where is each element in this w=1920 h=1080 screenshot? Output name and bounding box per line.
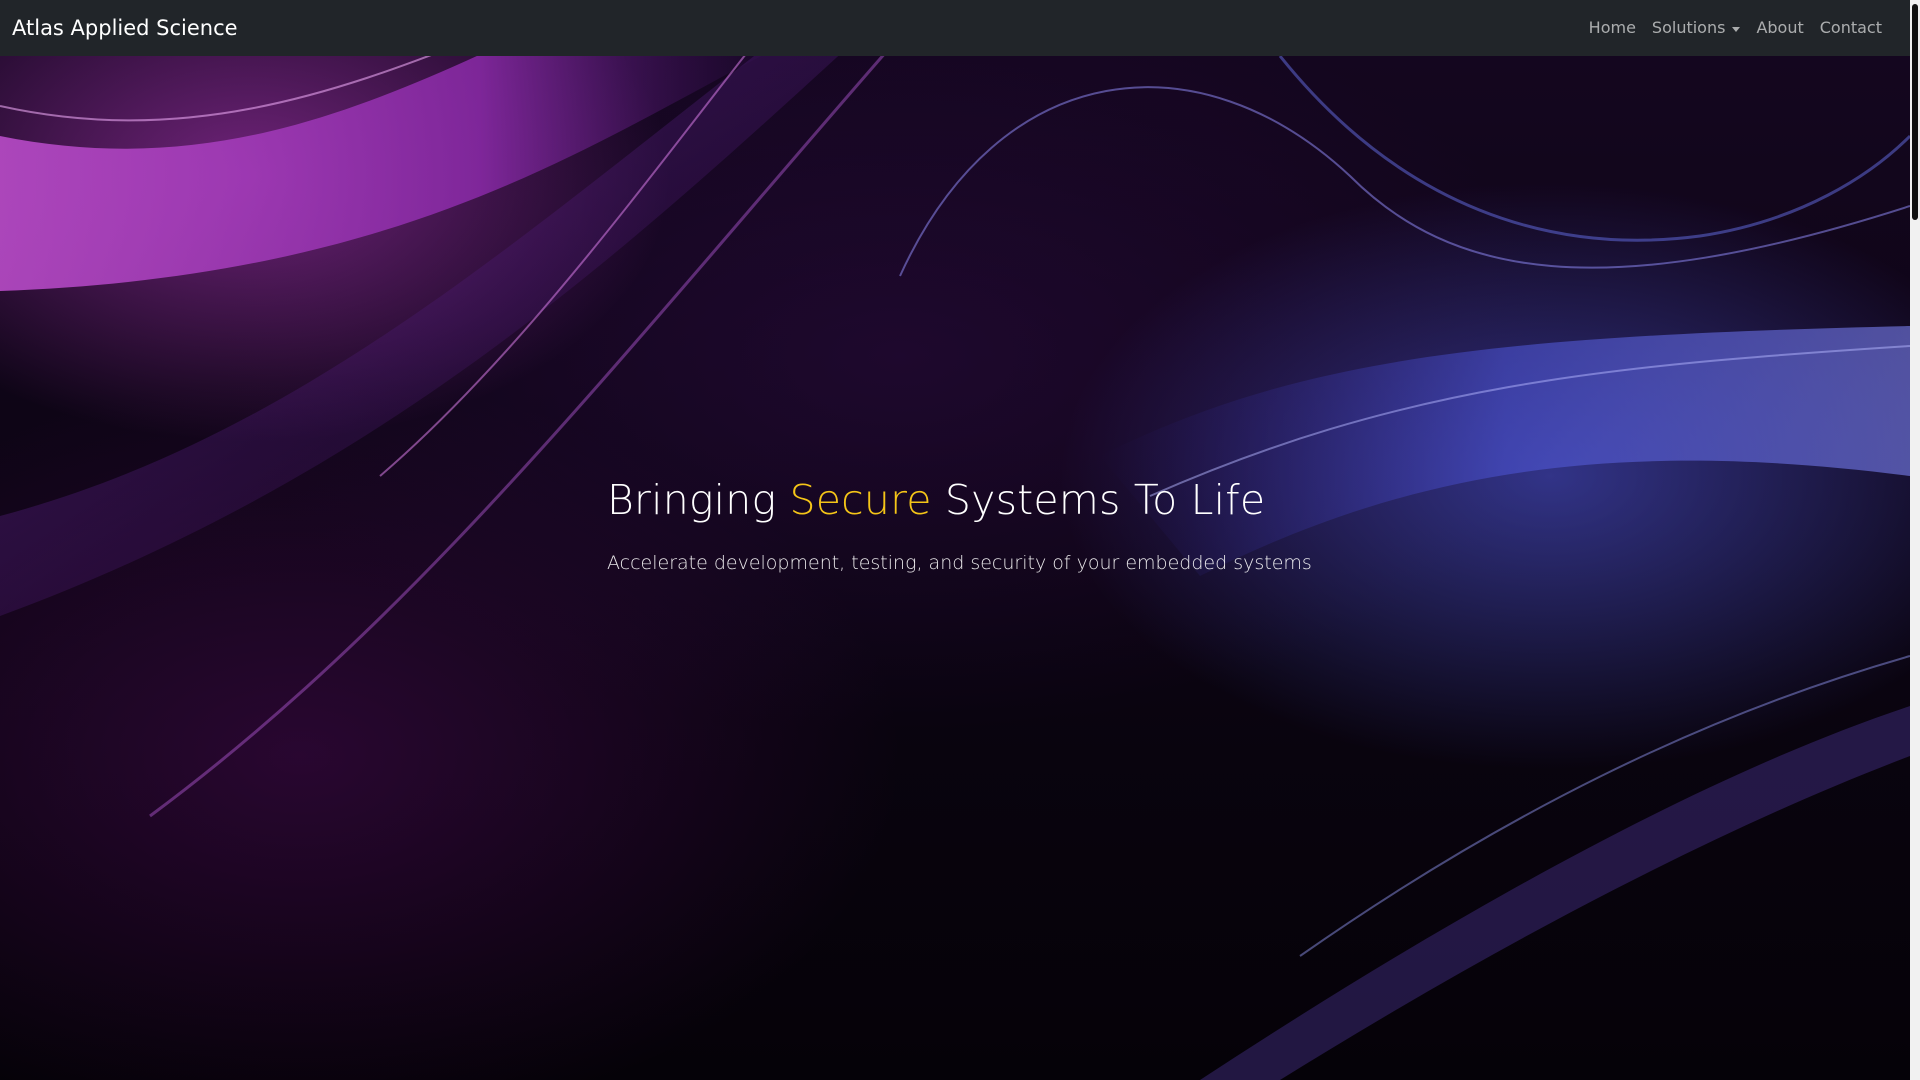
hero-text: Bringing Secure Systems To Life Accelera…	[607, 476, 1312, 574]
hero-headline: Bringing Secure Systems To Life	[607, 476, 1312, 524]
nav-solutions-dropdown[interactable]: Solutions	[1644, 0, 1749, 56]
navbar: Atlas Applied Science Home Solutions Abo…	[0, 0, 1910, 56]
scrollbar-thumb[interactable]	[1912, 4, 1918, 220]
nav-about-link[interactable]: About	[1748, 0, 1811, 56]
nav-links: Home Solutions About Contact	[1581, 0, 1890, 56]
headline-accent: Secure	[789, 476, 932, 524]
page-scrollbar[interactable]	[1910, 0, 1920, 1080]
hero-subheadline: Accelerate development, testing, and sec…	[607, 552, 1312, 574]
nav-about-label: About	[1756, 18, 1804, 37]
nav-solutions-label: Solutions	[1651, 18, 1726, 37]
headline-part-1: Bringing	[607, 476, 790, 524]
nav-contact-link[interactable]: Contact	[1812, 0, 1890, 56]
headline-part-2: Systems To Life	[931, 476, 1266, 524]
nav-home-link[interactable]: Home	[1581, 0, 1644, 56]
nav-home-label: Home	[1588, 18, 1636, 37]
nav-contact-label: Contact	[1819, 18, 1882, 37]
hero-section: Bringing Secure Systems To Life Accelera…	[0, 56, 1910, 1080]
browser-viewport: Atlas Applied Science Home Solutions Abo…	[0, 0, 1920, 1080]
caret-down-icon	[1732, 26, 1741, 32]
brand-logo-link[interactable]: Atlas Applied Science	[12, 0, 238, 56]
page-content: Atlas Applied Science Home Solutions Abo…	[0, 0, 1910, 1080]
